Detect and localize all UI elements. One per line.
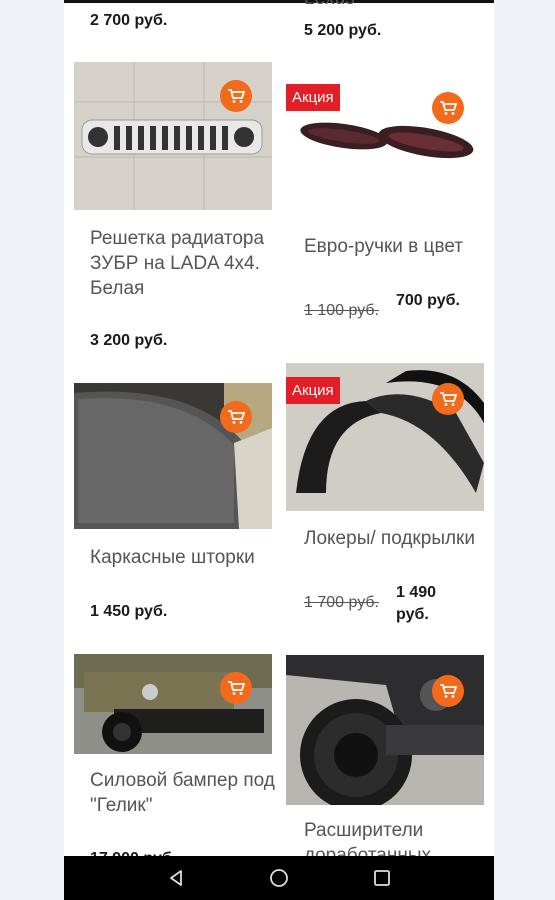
sale-badge: Акция <box>286 84 340 111</box>
back-icon <box>169 870 182 886</box>
cart-icon <box>228 410 245 424</box>
product-old-price: 1 100 руб. <box>304 302 379 319</box>
bumper-photo <box>74 654 272 754</box>
product-title[interactable]: Евро-ручки в цвет <box>304 234 494 259</box>
product-old-price: 1 700 руб. <box>304 594 379 611</box>
add-to-cart-button[interactable] <box>220 80 252 112</box>
cart-icon <box>440 684 457 698</box>
sale-badge: Акция <box>286 377 340 404</box>
product-image-bumper[interactable] <box>74 654 272 754</box>
system-navigation-bar <box>64 856 494 900</box>
cart-icon <box>440 101 457 115</box>
product-title[interactable]: Lexus <box>304 0 494 11</box>
add-to-cart-button[interactable] <box>432 675 464 707</box>
product-image-grille[interactable] <box>74 62 272 210</box>
product-title[interactable]: Силовой бампер под "Гелик" <box>90 768 280 818</box>
product-price: 2 700 руб. <box>90 12 168 29</box>
product-price: 5 200 руб. <box>304 22 382 39</box>
product-image-liners[interactable]: Акция <box>286 363 484 511</box>
cart-icon <box>228 681 245 695</box>
cart-icon <box>440 392 457 406</box>
product-image-shades[interactable] <box>74 383 272 529</box>
recents-button[interactable] <box>362 858 402 898</box>
back-button[interactable] <box>156 858 196 898</box>
add-to-cart-button[interactable] <box>432 383 464 415</box>
add-to-cart-button[interactable] <box>220 401 252 433</box>
product-image-handles[interactable]: Акция <box>286 70 484 220</box>
product-title[interactable]: Локеры/ подкрылки <box>304 526 494 551</box>
product-title[interactable]: Каркасные шторки <box>90 545 280 570</box>
home-button[interactable] <box>259 858 299 898</box>
product-sale-price: 700 руб. <box>396 292 460 309</box>
product-price: 3 200 руб. <box>90 332 168 349</box>
recents-icon <box>374 870 391 886</box>
add-to-cart-button[interactable] <box>220 672 252 704</box>
cart-icon <box>228 89 245 103</box>
product-sale-price: 1 490 руб. <box>396 584 437 623</box>
add-to-cart-button[interactable] <box>432 92 464 124</box>
app-screen: 2 700 руб. Решетка радиатора ЗУБР на LAD… <box>64 0 494 900</box>
home-icon <box>270 869 288 887</box>
product-image-flares[interactable] <box>286 655 484 805</box>
product-price: 1 450 руб. <box>90 603 168 620</box>
product-title[interactable]: Решетка радиатора ЗУБР на LADA 4x4. Бела… <box>90 226 280 301</box>
